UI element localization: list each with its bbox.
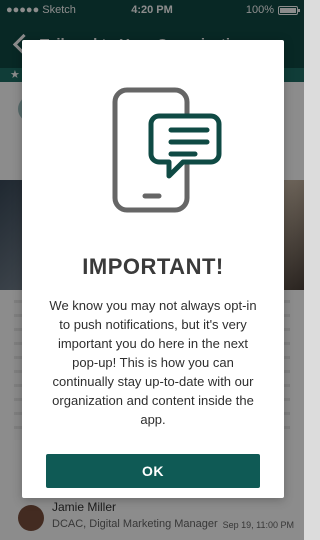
phone-message-icon xyxy=(112,87,222,213)
modal-body-text: We know you may not always opt-in to pus… xyxy=(49,298,257,427)
important-modal: IMPORTANT! We know you may not always op… xyxy=(22,40,284,498)
app-screen: ●●●●● Sketch 4:20 PM 100% Tailored to Yo… xyxy=(0,0,304,540)
ok-button[interactable]: OK xyxy=(46,454,260,488)
modal-title: IMPORTANT! xyxy=(82,254,224,279)
